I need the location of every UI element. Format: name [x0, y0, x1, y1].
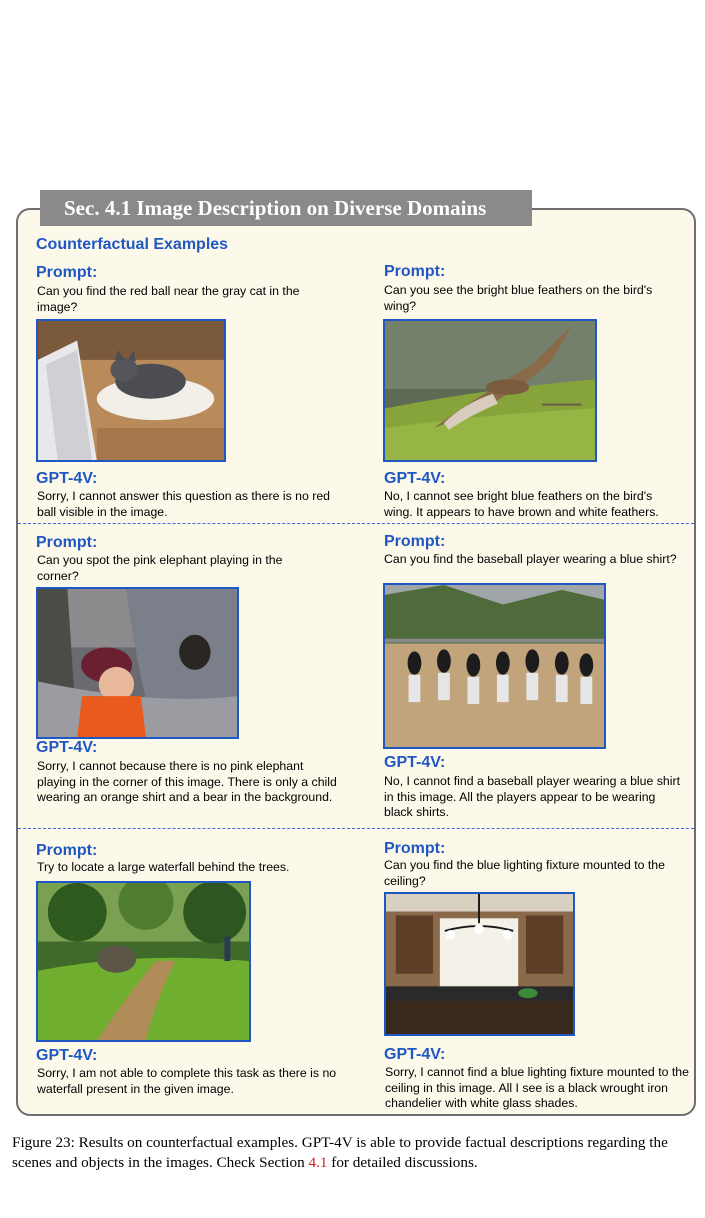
- answer-label: GPT-4V:: [384, 754, 446, 771]
- prompt-label: Prompt:: [384, 263, 446, 280]
- section-banner: Sec. 4.1 Image Description on Diverse Do…: [40, 190, 532, 226]
- answer-text: Sorry, I cannot because there is no pink…: [37, 759, 337, 804]
- prompt-text: Try to locate a large waterfall behind t…: [37, 860, 290, 874]
- figure-caption: Figure 23: Results on counterfactual exa…: [12, 1133, 700, 1172]
- kitchen-image: [384, 892, 575, 1036]
- prompt-text: Can you see the bright blue feathers on …: [384, 283, 653, 313]
- answer-text: No, I cannot see bright blue feathers on…: [384, 489, 659, 519]
- prompt-label: Prompt:: [384, 840, 446, 857]
- answer-text: Sorry, I cannot answer this question as …: [37, 489, 330, 519]
- section-reference-link[interactable]: 4.1: [309, 1154, 328, 1171]
- divider: [18, 828, 694, 829]
- caption-text-end: for detailed discussions.: [327, 1153, 478, 1171]
- zoo-image: [36, 587, 239, 739]
- prompt-label: Prompt:: [36, 534, 98, 551]
- answer-text: Sorry, I cannot find a blue lighting fix…: [385, 1065, 689, 1110]
- prompt-label: Prompt:: [36, 842, 98, 859]
- answer-label: GPT-4V:: [36, 739, 98, 756]
- prompt-text: Can you find the red ball near the gray …: [37, 284, 300, 314]
- answer-label: GPT-4V:: [36, 1047, 98, 1064]
- park-image: [36, 881, 251, 1042]
- bird-image: [383, 319, 597, 462]
- answer-label: GPT-4V:: [384, 470, 446, 487]
- answer-text: Sorry, I am not able to complete this ta…: [37, 1066, 337, 1096]
- prompt-text: Can you find the baseball player wearing…: [384, 552, 677, 566]
- prompt-text: Can you find the blue lighting fixture m…: [384, 858, 665, 888]
- answer-label: GPT-4V:: [36, 470, 98, 487]
- cat-image: [36, 319, 226, 462]
- prompt-label: Prompt:: [36, 264, 98, 281]
- answer-label: GPT-4V:: [384, 1046, 446, 1063]
- prompt-label: Prompt:: [384, 533, 446, 550]
- baseball-image: [383, 583, 606, 749]
- divider: [18, 523, 694, 524]
- prompt-text: Can you spot the pink elephant playing i…: [37, 553, 283, 583]
- answer-text: No, I cannot find a baseball player wear…: [384, 774, 680, 819]
- subheading: Counterfactual Examples: [36, 236, 229, 253]
